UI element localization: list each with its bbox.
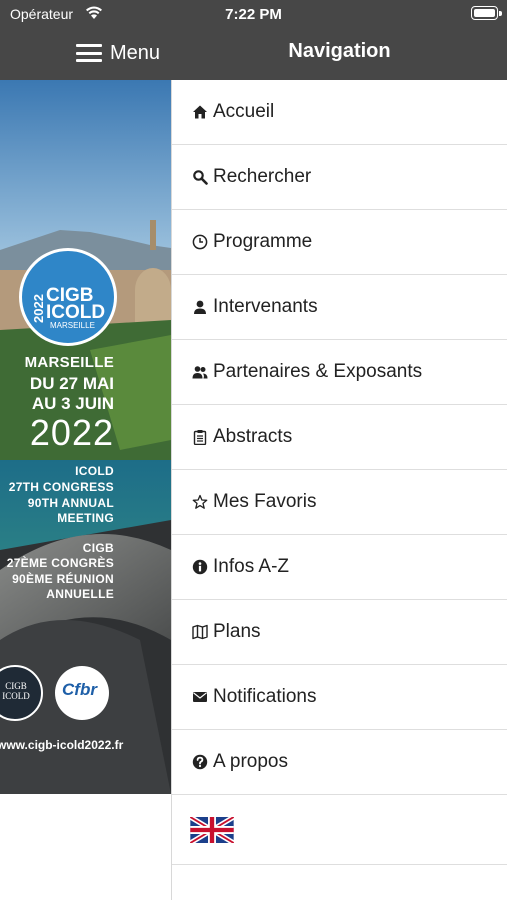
poster-en-4: MEETING <box>57 511 114 525</box>
language-switch[interactable] <box>172 795 507 865</box>
poster-fr-4: ANNUELLE <box>46 587 114 601</box>
nav-item-infos[interactable]: Infos A-Z <box>172 535 507 600</box>
nav-item-apropos[interactable]: A propos <box>172 730 507 795</box>
clipboard-icon <box>190 427 210 447</box>
star-icon <box>190 492 210 512</box>
nav-item-label: Infos A-Z <box>213 556 290 577</box>
poster-fr-3: 90ÈME RÉUNION <box>12 572 114 586</box>
battery-icon <box>471 6 502 20</box>
hamburger-icon <box>76 43 102 63</box>
envelope-icon <box>190 687 210 707</box>
congress-poster[interactable]: 2022 CIGB ICOLD MARSEILLE MARSEILLE DU 2… <box>0 80 171 794</box>
nav-item-label: Accueil <box>213 101 275 122</box>
nav-item-favoris[interactable]: Mes Favoris <box>172 470 507 535</box>
nav-item-partenaires[interactable]: Partenaires & Exposants <box>172 340 507 405</box>
question-icon <box>190 752 210 772</box>
info-icon <box>190 557 210 577</box>
nav-item-label: Rechercher <box>213 166 312 187</box>
people-icon <box>190 362 210 382</box>
poster-dates-1: DU 27 MAI <box>29 374 114 393</box>
nav-item-programme[interactable]: Programme <box>172 210 507 275</box>
poster-fr-1: CIGB <box>82 541 114 555</box>
badge-year: 2022 <box>31 294 46 323</box>
poster-en-3: 90TH ANNUAL <box>27 496 114 510</box>
nav-item-label: Partenaires & Exposants <box>213 361 423 382</box>
poster-website: www.cigb-icold2022.fr <box>0 738 124 752</box>
navigation-title: Navigation <box>288 40 391 62</box>
nav-item-label: A propos <box>213 751 288 772</box>
map-icon <box>190 622 210 642</box>
nav-item-rechercher[interactable]: Rechercher <box>172 145 507 210</box>
nav-item-notifications[interactable]: Notifications <box>172 665 507 730</box>
nav-item-accueil[interactable]: Accueil <box>172 80 507 145</box>
top-bar: Opérateur 7:22 PM Menu Navigation <box>0 0 507 80</box>
poster-city: MARSEILLE <box>24 354 114 371</box>
nav-item-intervenants[interactable]: Intervenants <box>172 275 507 340</box>
nav-item-label: Mes Favoris <box>213 491 317 512</box>
poster-logo-cfbr: Cfbr <box>62 680 97 699</box>
person-icon <box>190 297 210 317</box>
badge-city: MARSEILLE <box>50 321 95 330</box>
nav-item-label: Plans <box>213 621 261 642</box>
poster-logo-cigb: CIGB ICOLD <box>2 681 30 701</box>
clock-icon <box>190 232 210 252</box>
nav-item-plans[interactable]: Plans <box>172 600 507 665</box>
status-time: 7:22 PM <box>225 6 282 23</box>
navigation-drawer: Accueil Rechercher Programme Intervenant… <box>171 80 507 900</box>
search-icon <box>190 167 210 187</box>
poster-en-2: 27TH CONGRESS <box>8 480 114 494</box>
poster-en-1: ICOLD <box>75 464 114 478</box>
uk-flag-icon <box>190 816 234 843</box>
menu-button[interactable]: Menu <box>76 38 160 68</box>
nav-item-abstracts[interactable]: Abstracts <box>172 405 507 470</box>
home-icon <box>190 102 210 122</box>
poster-year: 2022 <box>29 412 114 453</box>
nav-item-label: Abstracts <box>213 426 293 447</box>
poster-dates-2: AU 3 JUIN <box>31 394 114 413</box>
nav-item-label: Notifications <box>213 686 317 707</box>
status-bar: Opérateur 7:22 PM <box>0 0 507 28</box>
nav-item-label: Intervenants <box>213 296 318 317</box>
app-screen: Opérateur 7:22 PM Menu Navigation 2022 C… <box>0 0 507 900</box>
poster-fr-2: 27ÈME CONGRÈS <box>6 556 114 570</box>
nav-item-label: Programme <box>213 231 313 252</box>
menu-label: Menu <box>110 41 161 64</box>
